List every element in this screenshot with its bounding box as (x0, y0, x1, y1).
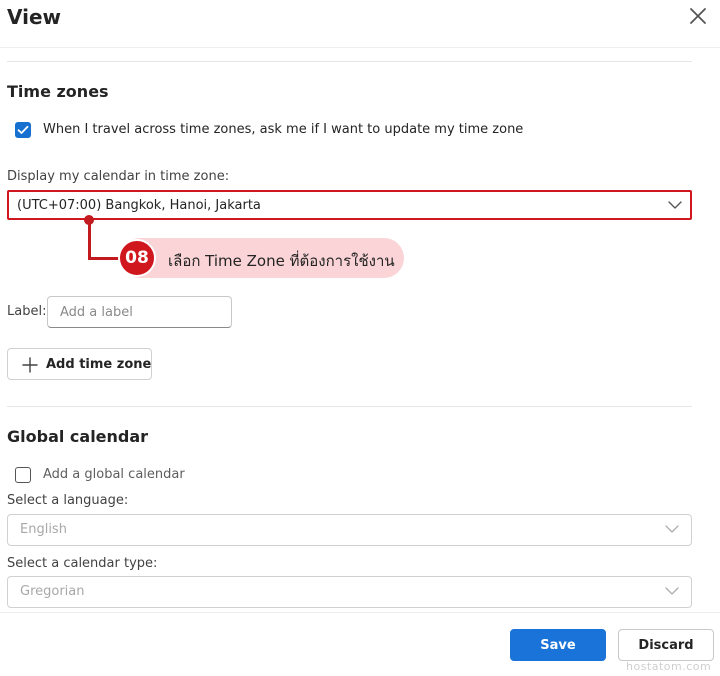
time-zone-select[interactable]: (UTC+07:00) Bangkok, Hanoi, Jakarta (7, 190, 692, 220)
chevron-down-icon (668, 201, 682, 209)
language-label: Select a language: (7, 493, 129, 508)
section-divider (7, 61, 692, 62)
calendar-type-select[interactable]: Gregorian (7, 576, 692, 608)
discard-button[interactable]: Discard (618, 629, 714, 661)
label-field-label: Label: (7, 304, 47, 319)
discard-button-label: Discard (638, 638, 694, 653)
annotation-connector (88, 257, 122, 260)
calendar-type-select-value: Gregorian (20, 584, 85, 599)
dialog-title: View (7, 5, 62, 29)
add-time-zone-button[interactable]: Add time zone (7, 348, 152, 380)
annotation-step-badge: 08 (118, 239, 156, 277)
time-zone-select-value: (UTC+07:00) Bangkok, Hanoi, Jakarta (17, 198, 261, 213)
footer-divider (0, 612, 720, 613)
chevron-down-icon (665, 525, 679, 533)
chevron-down-icon (665, 587, 679, 595)
time-zones-heading: Time zones (7, 82, 109, 101)
calendar-type-label: Select a calendar type: (7, 556, 158, 571)
global-calendar-checkbox-label: Add a global calendar (43, 467, 185, 482)
dialog-header: View (0, 0, 720, 48)
checkmark-icon (17, 125, 29, 134)
save-button-label: Save (540, 638, 576, 653)
global-calendar-heading: Global calendar (7, 427, 149, 446)
plus-icon (22, 357, 38, 373)
annotation-connector (88, 219, 91, 260)
display-time-zone-label: Display my calendar in time zone: (7, 169, 230, 184)
close-icon[interactable] (686, 4, 710, 28)
travel-checkbox[interactable] (15, 122, 31, 138)
language-select-value: English (20, 522, 67, 537)
save-button[interactable]: Save (510, 629, 606, 661)
travel-checkbox-label: When I travel across time zones, ask me … (43, 122, 524, 137)
section-divider (7, 406, 692, 407)
watermark: hostatom.com (626, 660, 712, 673)
label-input[interactable] (47, 296, 232, 328)
language-select[interactable]: English (7, 514, 692, 546)
global-calendar-checkbox[interactable] (15, 467, 31, 483)
annotation-dot (84, 215, 94, 225)
annotation-text: เลือก Time Zone ที่ต้องการใช้งาน (168, 252, 395, 270)
add-time-zone-label: Add time zone (46, 357, 152, 372)
